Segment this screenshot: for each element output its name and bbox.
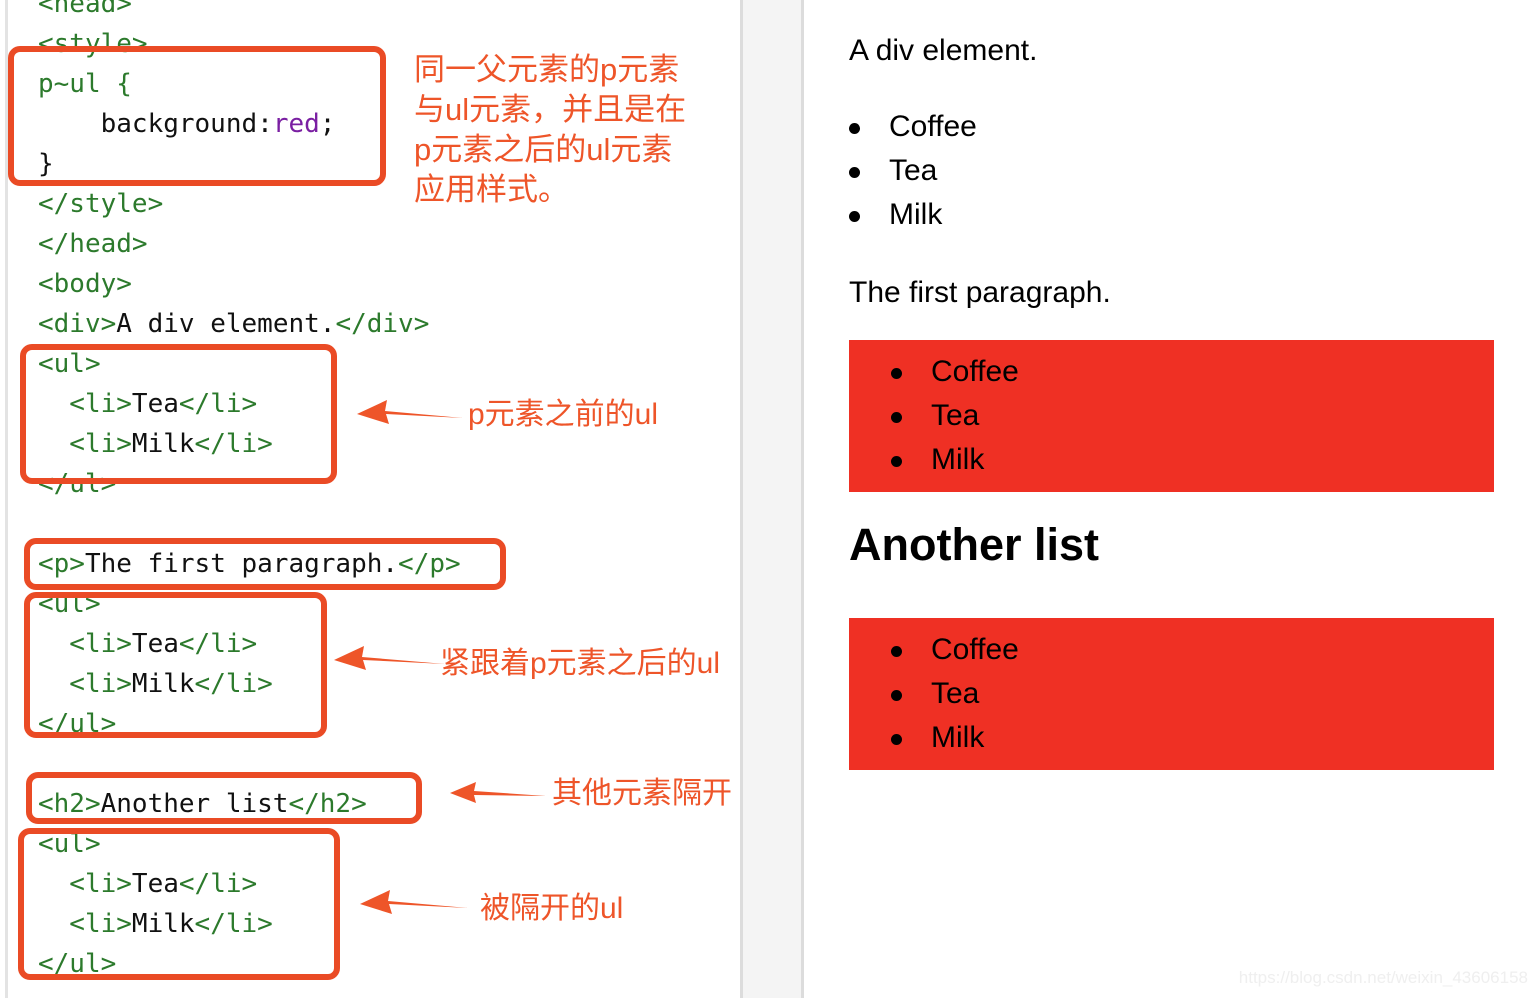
code-token: </li>: [178, 869, 258, 899]
line-div: <div>A div element.</div>: [38, 304, 461, 344]
code-token: <head>: [38, 0, 132, 19]
code-token: <li>: [38, 389, 132, 419]
line-head-close: </head>: [38, 224, 461, 264]
annotation-note-ul-separated: 被隔开的ul: [480, 892, 624, 925]
preview-div-text: A div element.: [849, 34, 1038, 67]
code-token: <p>: [38, 549, 85, 579]
code-token: </li>: [194, 909, 273, 939]
code-token: </ul>: [38, 949, 117, 979]
code-token: Tea: [131, 629, 179, 659]
code-token: <ul>: [38, 829, 101, 859]
code-token: </h2>: [288, 789, 367, 819]
preview-heading: Another list: [849, 519, 1100, 570]
code-token: </div>: [335, 309, 430, 339]
annotation-note-ul-before-p: p元素之前的ul: [468, 398, 659, 431]
code-token: <li>: [38, 629, 132, 659]
preview-paragraph: The first paragraph.: [849, 276, 1111, 309]
rendered-preview-panel: A div element. Coffee Tea Milk The first p…: [807, 0, 1540, 998]
annotation-note-rule: 同一父元素的p元素 与ul元素，并且是在 p元素之后的ul元素 应用样式。: [414, 52, 687, 207]
code-token: red: [272, 109, 320, 139]
code-token: The first paragraph.: [84, 549, 399, 579]
preview-list-item: Tea: [849, 672, 1494, 716]
line-body-open: <body>: [38, 264, 461, 304]
screenshot-root: <head> <style> p~ul { background:red;} </st…: [0, 0, 1540, 998]
code-token: Milk: [131, 429, 195, 459]
line-ul1-open: <ul>: [38, 344, 461, 384]
watermark-text: https://blog.csdn.net/weixin_43606158: [1238, 968, 1528, 987]
code-listing: <head> <style> p~ul { background:red;} </st…: [38, 0, 461, 984]
line-blank-1: [38, 504, 461, 544]
line-head-open: <head>: [38, 0, 461, 24]
code-token: ;: [319, 109, 336, 139]
panel-divider-gutter[interactable]: [740, 0, 804, 998]
code-token: }: [38, 149, 54, 179]
line-ul1-close: </ul>: [38, 464, 461, 504]
code-token: Tea: [131, 389, 179, 419]
preview-list-item: Milk: [807, 193, 977, 237]
code-token: <ul>: [38, 589, 101, 619]
code-token: <ul>: [38, 349, 101, 379]
line-selector: p~ul {: [38, 64, 461, 104]
code-token: </li>: [178, 629, 258, 659]
code-token: </li>: [178, 389, 258, 419]
code-token: </head>: [38, 229, 148, 259]
code-token: background:: [38, 109, 273, 139]
code-token: Milk: [131, 909, 195, 939]
code-token: </style>: [38, 189, 164, 219]
line-ul3-open: <ul>: [38, 824, 461, 864]
code-left-rule: [5, 0, 8, 998]
arrow-left-icon-ul-before-p: [357, 400, 463, 424]
preview-list-item: Tea: [807, 149, 977, 193]
code-token: <li>: [38, 869, 132, 899]
code-token: Milk: [131, 669, 195, 699]
code-token: </li>: [194, 429, 273, 459]
code-token: Another list: [100, 789, 289, 819]
preview-list-after-p-highlighted: Coffee Tea Milk: [849, 340, 1494, 492]
code-token: <h2>: [38, 789, 101, 819]
code-token: <body>: [38, 269, 132, 299]
preview-list-before-p: Coffee Tea Milk: [807, 105, 977, 237]
line-declaration: background:red;: [38, 104, 461, 144]
arrow-left-icon-ul-separated: [360, 890, 468, 914]
annotation-note-ul-after-p: 紧跟着p元素之后的ul: [440, 647, 721, 680]
line-style-close: </style>: [38, 184, 461, 224]
line-style-open: <style>: [38, 24, 461, 64]
line-blank-2: [38, 744, 461, 784]
preview-list-item: Milk: [849, 438, 1494, 482]
preview-list-item: Coffee: [807, 105, 977, 149]
preview-list-item: Coffee: [849, 350, 1494, 394]
code-token: <li>: [38, 669, 132, 699]
annotation-note-separated-by: 其他元素隔开: [552, 777, 732, 810]
line-h2: <h2>Another list</h2>: [38, 784, 461, 824]
code-token: A div element.: [116, 309, 336, 339]
preview-list-separated-highlighted: Coffee Tea Milk: [849, 618, 1494, 770]
line-rule-close: }: [38, 144, 461, 184]
code-token: </p>: [398, 549, 461, 579]
code-token: <li>: [38, 909, 132, 939]
code-token: </li>: [194, 669, 273, 699]
line-ul2-close: </ul>: [38, 704, 461, 744]
code-token: <li>: [38, 429, 132, 459]
preview-list-item: Coffee: [849, 628, 1494, 672]
code-token: </ul>: [38, 469, 117, 499]
code-token: Tea: [131, 869, 179, 899]
line-ul3-close: </ul>: [38, 944, 461, 984]
code-token: <div>: [38, 309, 117, 339]
code-token: <style>: [38, 29, 148, 59]
preview-list-item: Tea: [849, 394, 1494, 438]
arrow-left-icon-ul-after-p: [334, 646, 445, 670]
code-token: </ul>: [38, 709, 117, 739]
code-token: p~ul {: [38, 69, 132, 99]
arrow-left-icon-separated-by: [450, 782, 546, 803]
line-ul1-li-milk: <li>Milk</li>: [38, 424, 461, 464]
preview-list-item: Milk: [849, 716, 1494, 760]
line-p: <p>The first paragraph.</p>: [38, 544, 461, 584]
line-ul2-open: <ul>: [38, 584, 461, 624]
